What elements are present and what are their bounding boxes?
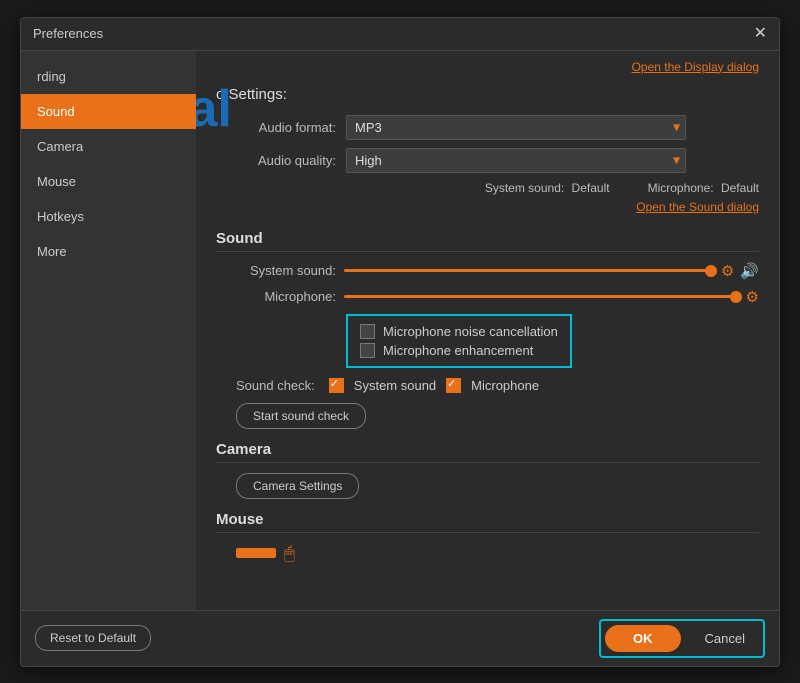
noise-cancellation-checkbox[interactable]	[360, 324, 375, 339]
sidebar-item-camera[interactable]: Camera	[21, 129, 196, 164]
mouse-icon: 🖱	[284, 543, 295, 564]
main-content: Optional Open the Display dialog o Setti…	[196, 51, 779, 610]
audio-quality-label: Audio quality:	[216, 153, 336, 168]
sound-check-label: Sound check:	[236, 378, 315, 393]
microphone-slider-row: Microphone: ⚙	[216, 288, 759, 306]
cancel-button[interactable]: Cancel	[691, 625, 759, 652]
system-sound-icons: ⚙ 🔊	[721, 262, 759, 280]
microphone-check-checkbox[interactable]	[446, 378, 461, 393]
sidebar-item-sound[interactable]: Sound	[21, 94, 196, 129]
open-sound-link-area: Open the Sound dialog	[216, 199, 759, 214]
ok-button[interactable]: OK	[605, 625, 681, 652]
enhancement-row: Microphone enhancement	[360, 343, 558, 358]
audio-format-select-wrapper: MP3 AAC WAV OGG ▾	[346, 115, 686, 140]
dialog-title: Preferences	[33, 26, 103, 41]
noise-cancellation-label: Microphone noise cancellation	[383, 324, 558, 339]
status-row: System sound: Default Microphone: Defaul…	[216, 181, 759, 195]
mouse-section: Mouse 🖱	[216, 511, 759, 564]
mouse-section-header: Mouse	[216, 511, 759, 533]
footer: Reset to Default OK Cancel	[21, 610, 779, 666]
system-sound-speaker-icon[interactable]: 🔊	[740, 262, 759, 280]
system-sound-status-label: System sound: Default	[481, 181, 610, 195]
audio-format-label: Audio format:	[216, 120, 336, 135]
enhancement-checkbox[interactable]	[360, 343, 375, 358]
system-sound-slider-row: System sound: ⚙ 🔊	[216, 262, 759, 280]
sidebar-item-mouse[interactable]: Mouse	[21, 164, 196, 199]
microphone-icons: ⚙	[746, 288, 759, 306]
camera-section: Camera Camera Settings	[216, 441, 759, 499]
system-sound-check-label: System sound	[354, 378, 436, 393]
title-bar: Preferences ✕	[21, 18, 779, 51]
sidebar: rding Sound Camera Mouse Hotkeys More	[21, 51, 196, 610]
audio-quality-select[interactable]: High Medium Low	[346, 148, 686, 173]
microphone-options-group: Microphone noise cancellation Microphone…	[346, 314, 572, 368]
noise-cancellation-row: Microphone noise cancellation	[360, 324, 558, 339]
sound-section-header: Sound	[216, 230, 759, 252]
audio-format-row: Audio format: MP3 AAC WAV OGG ▾	[216, 115, 759, 140]
camera-settings-button[interactable]: Camera Settings	[236, 473, 359, 499]
audio-format-select[interactable]: MP3 AAC WAV OGG	[346, 115, 686, 140]
system-sound-slider[interactable]	[344, 269, 713, 272]
mouse-color-bar	[236, 548, 276, 558]
sidebar-item-more[interactable]: More	[21, 234, 196, 269]
open-sound-link[interactable]: Open the Sound dialog	[636, 200, 759, 214]
sound-check-row: Sound check: System sound Microphone	[236, 378, 759, 393]
content-area: rding Sound Camera Mouse Hotkeys More Op…	[21, 51, 779, 610]
system-sound-gear-icon[interactable]: ⚙	[721, 262, 734, 280]
microphone-status-label: Microphone: Default	[644, 181, 759, 195]
microphone-gear-icon[interactable]: ⚙	[746, 288, 759, 306]
audio-quality-row: Audio quality: High Medium Low ▾	[216, 148, 759, 173]
system-sound-thumb	[705, 265, 717, 277]
start-sound-check-button[interactable]: Start sound check	[236, 403, 366, 429]
microphone-slider-label: Microphone:	[216, 289, 336, 304]
footer-right: OK Cancel	[599, 619, 765, 658]
close-button[interactable]: ✕	[754, 26, 767, 42]
reset-button[interactable]: Reset to Default	[35, 625, 151, 651]
open-display-link[interactable]: Open the Display dialog	[632, 60, 759, 74]
sidebar-item-recording[interactable]: rding	[21, 59, 196, 94]
microphone-check-label: Microphone	[471, 378, 539, 393]
enhancement-label: Microphone enhancement	[383, 343, 533, 358]
system-sound-slider-label: System sound:	[216, 263, 336, 278]
preferences-dialog: Preferences ✕ rding Sound Camera Mouse H…	[20, 17, 780, 667]
system-sound-check-checkbox[interactable]	[329, 378, 344, 393]
microphone-slider[interactable]	[344, 295, 738, 298]
audio-section-title: o Settings:	[216, 78, 759, 103]
top-link-area: Open the Display dialog	[216, 51, 759, 78]
mouse-row: 🖱	[236, 543, 759, 564]
microphone-thumb	[730, 291, 742, 303]
audio-quality-select-wrapper: High Medium Low ▾	[346, 148, 686, 173]
sidebar-item-hotkeys[interactable]: Hotkeys	[21, 199, 196, 234]
camera-section-header: Camera	[216, 441, 759, 463]
